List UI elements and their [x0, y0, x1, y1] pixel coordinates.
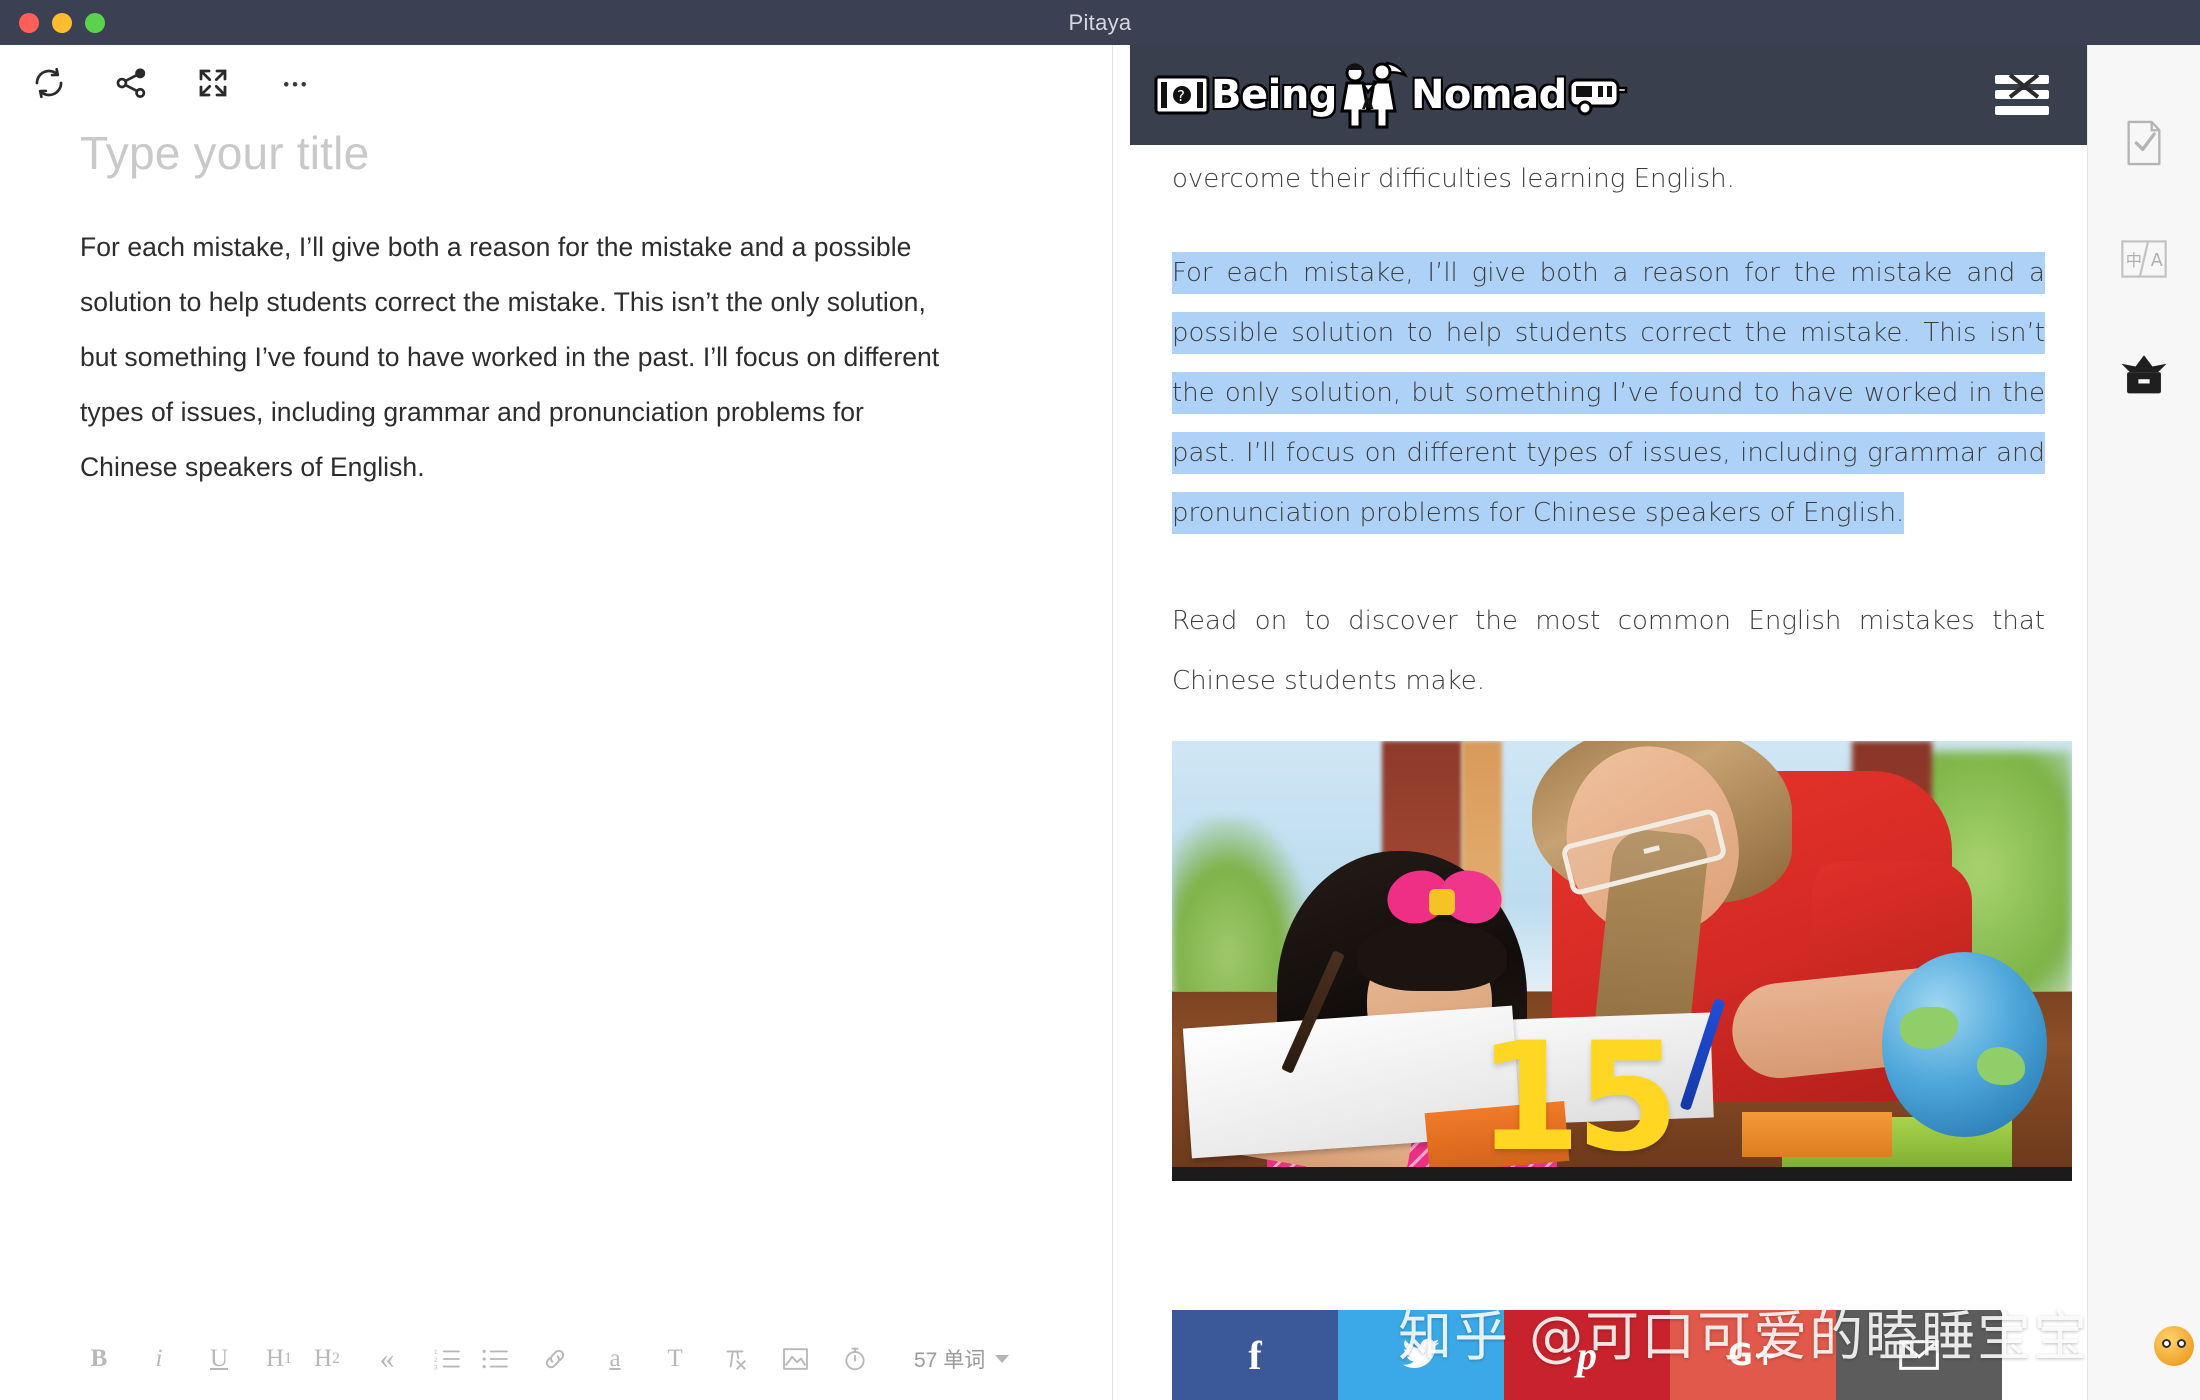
editor-format-toolbar: B i U H1 H2 « 1 2 3 a T 57 单词 [0, 1318, 1112, 1400]
window-controls [19, 12, 105, 33]
close-button[interactable] [19, 12, 39, 33]
document-title-placeholder[interactable]: Type your title [80, 126, 1032, 180]
preview-paragraph-selected[interactable]: For each mistake, I’ll give both a reaso… [1172, 243, 2045, 543]
preview-paragraph-readon: Read on to discover the most common Engl… [1172, 606, 2045, 696]
rail-item-proofread[interactable] [2120, 119, 2168, 167]
clear-format-icon[interactable] [718, 1338, 752, 1380]
pinterest-share-button[interactable]: p [1504, 1310, 1670, 1400]
archive-box-icon [2121, 355, 2167, 394]
editor-document[interactable]: Type your title For each mistake, I’ll g… [0, 120, 1112, 1318]
document-body-text[interactable]: For each mistake, I’ll give both a reaso… [80, 220, 960, 495]
preview-article: ...to Chinese students. But students can… [1130, 45, 2087, 1400]
maximize-button[interactable] [85, 12, 105, 33]
rail-item-translate[interactable]: 中 A [2120, 235, 2168, 283]
document-check-icon [2127, 120, 2161, 166]
film-icon: ? [1154, 75, 1210, 115]
word-count-selector[interactable]: 57 单词 [914, 1344, 1010, 1374]
timer-icon[interactable] [838, 1338, 872, 1380]
image-overlay-number: 15 [1477, 1011, 1680, 1167]
preview-site-header: ? Being A Nomad [1130, 45, 2087, 145]
right-toolbar-rail: 中 A [2087, 45, 2200, 1400]
selected-text: For each mistake, I’ll give both a reaso… [1172, 252, 2045, 534]
editor-pane: Type your title For each mistake, I’ll g… [0, 45, 1113, 1400]
teacher-student-photo: 15 [1172, 741, 2072, 1167]
hamburger-menu-icon[interactable] [1995, 73, 2049, 115]
bullet-list-icon[interactable] [478, 1338, 512, 1380]
share-icon[interactable] [110, 62, 152, 104]
twitter-share-button[interactable] [1338, 1310, 1504, 1400]
heading-2-icon[interactable]: H2 [310, 1338, 344, 1380]
highlight-icon[interactable]: a [598, 1338, 632, 1380]
emoji-badge-icon [2154, 1326, 2194, 1366]
word-count-label: 57 单词 [914, 1349, 986, 1372]
svg-text:A: A [2151, 251, 2163, 271]
link-icon[interactable] [538, 1338, 572, 1380]
svg-text:3: 3 [434, 1364, 438, 1370]
rail-item-archive[interactable] [2120, 351, 2168, 399]
envelope-icon [1899, 1340, 1939, 1370]
translate-icon: 中 A [2121, 240, 2167, 278]
minimize-button[interactable] [52, 12, 72, 33]
application-window: Pitaya Type your title For each mistake,… [0, 0, 2200, 1400]
site-logo-text-being: Being [1211, 72, 1337, 118]
ordered-list-icon[interactable]: 1 2 3 [430, 1338, 464, 1380]
people-icon: A [1340, 61, 1409, 129]
preview-webpage: ...to Chinese students. But students can… [1113, 45, 2087, 1400]
email-share-button[interactable] [1836, 1310, 2002, 1400]
twitter-icon [1402, 1338, 1440, 1369]
preview-article-image: 15 [1172, 741, 2072, 1181]
blockquote-icon[interactable]: « [370, 1338, 404, 1380]
site-logo-text-nomad: Nomad [1410, 72, 1567, 118]
svg-text:中: 中 [2126, 251, 2142, 270]
text-style-icon[interactable]: T [658, 1338, 692, 1380]
window-title: Pitaya [1068, 9, 1132, 35]
underline-icon[interactable]: U [202, 1338, 236, 1380]
caravan-icon [1568, 78, 1627, 116]
facebook-share-button[interactable]: f [1172, 1310, 1338, 1400]
googleplus-share-button[interactable]: G+ [1670, 1310, 1836, 1400]
sync-icon[interactable] [28, 62, 70, 104]
chevron-down-icon [995, 1355, 1010, 1363]
preview-pane: ...to Chinese students. But students can… [1113, 45, 2087, 1400]
svg-text:?: ? [1177, 87, 1185, 105]
fullscreen-icon[interactable] [192, 62, 234, 104]
window-titlebar: Pitaya [0, 0, 2200, 45]
svg-text:1: 1 [434, 1349, 438, 1356]
more-icon[interactable] [274, 62, 316, 104]
bold-icon[interactable]: B [82, 1338, 116, 1380]
heading-1-icon[interactable]: H1 [262, 1338, 296, 1380]
editor-top-toolbar [0, 45, 1112, 120]
site-logo[interactable]: ? Being A Nomad [1153, 59, 1629, 131]
image-icon[interactable] [778, 1338, 812, 1380]
social-share-bar: f p G+ [1172, 1310, 2002, 1400]
svg-text:2: 2 [434, 1357, 438, 1364]
svg-text:A: A [1362, 95, 1374, 113]
italic-icon[interactable]: i [142, 1338, 176, 1380]
window-body: Type your title For each mistake, I’ll g… [0, 45, 2200, 1400]
